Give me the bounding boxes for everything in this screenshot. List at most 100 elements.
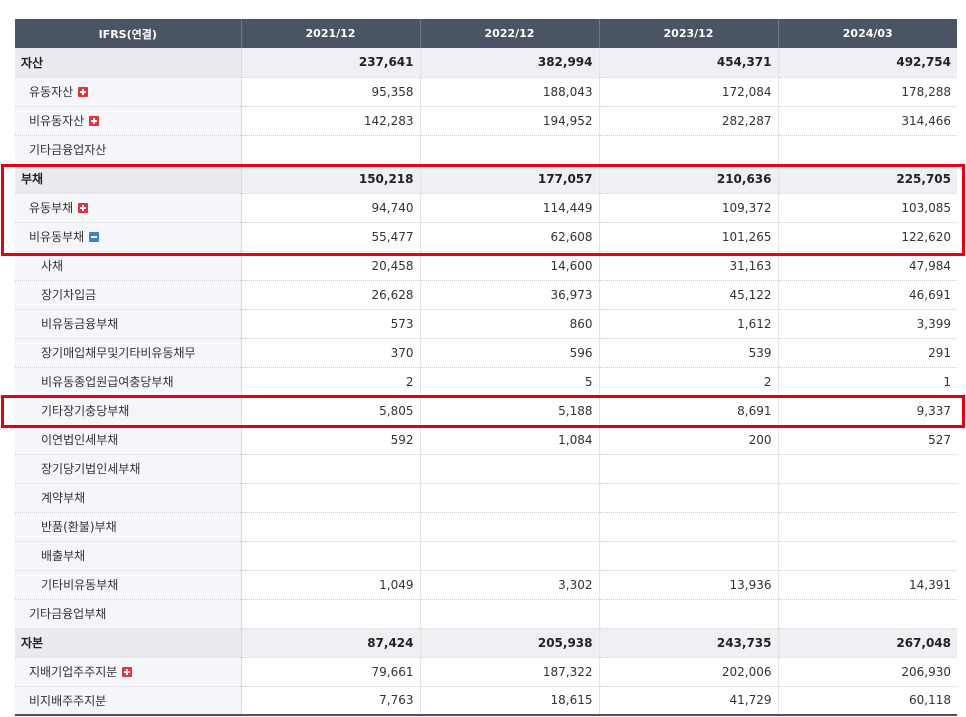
header-period-2023-12: 2023/12 <box>599 19 779 48</box>
value-cell: 2 <box>241 367 421 397</box>
row-label: 비유동종업원급여충당부채 <box>41 375 174 389</box>
value-cell: 3,302 <box>420 570 600 600</box>
value-cell: 114,449 <box>420 193 600 223</box>
row-label: 기타비유동부채 <box>41 578 119 592</box>
row-label: 유동자산 <box>29 85 74 99</box>
row-label: 비지배주주지분 <box>29 693 107 708</box>
value-cell <box>420 541 600 571</box>
row-label-cell: 기타금융업부채 <box>15 599 242 629</box>
value-cell: 5 <box>420 367 600 397</box>
row-label: 계약부채 <box>41 491 86 505</box>
table-row: 지배기업주주지분 79,661 187,322 202,006 206,930 <box>15 657 957 687</box>
expand-plus-icon[interactable] <box>78 87 89 97</box>
table-row: 자본 87,424 205,938 243,735 267,048 <box>15 628 957 658</box>
row-label-cell: 장기차입금 <box>15 280 242 310</box>
value-cell: 55,477 <box>241 222 421 252</box>
table-row: 기타금융업자산 <box>15 135 957 165</box>
row-label: 기타금융업자산 <box>29 143 107 157</box>
row-label-cell: 유동부채 <box>15 193 242 223</box>
value-cell: 596 <box>420 338 600 368</box>
value-cell: 103,085 <box>778 193 957 223</box>
table-row: 반품(환불)부채 <box>15 512 957 542</box>
value-cell: 18,615 <box>420 686 600 716</box>
row-label: 기타장기충당부채 <box>41 404 130 418</box>
expand-plus-icon[interactable] <box>122 667 133 677</box>
value-cell: 370 <box>241 338 421 368</box>
value-cell: 46,691 <box>778 280 957 310</box>
table-row: 장기차입금 26,628 36,973 45,122 46,691 <box>15 280 957 310</box>
value-cell: 31,163 <box>599 251 779 281</box>
value-cell: 573 <box>241 309 421 339</box>
value-cell: 282,287 <box>599 106 779 136</box>
value-cell: 1,612 <box>599 309 779 339</box>
value-cell: 5,188 <box>420 396 600 426</box>
value-cell <box>420 599 600 629</box>
row-label-cell: 기타장기충당부채 <box>15 396 242 426</box>
value-cell: 1,084 <box>420 425 600 455</box>
value-cell: 202,006 <box>599 657 779 687</box>
row-label-cell: 비유동자산 <box>15 106 242 136</box>
table-header: IFRS(연결) 2021/12 2022/12 2023/12 2024/03 <box>15 19 957 48</box>
value-cell <box>241 541 421 571</box>
row-label: 유동부채 <box>29 201 74 215</box>
row-label: 자산 <box>21 55 44 70</box>
row-label: 비유동자산 <box>29 114 85 128</box>
row-label-cell: 비유동종업원급여충당부채 <box>15 367 242 397</box>
value-cell <box>778 454 957 484</box>
value-cell: 101,265 <box>599 222 779 252</box>
value-cell: 225,705 <box>778 164 957 194</box>
value-cell: 60,118 <box>778 686 957 716</box>
row-label-cell: 기타비유동부채 <box>15 570 242 600</box>
table-row: 장기매입채무및기타비유동채무 370 596 539 291 <box>15 338 957 368</box>
value-cell: 172,084 <box>599 77 779 107</box>
value-cell: 188,043 <box>420 77 600 107</box>
value-cell: 36,973 <box>420 280 600 310</box>
row-label: 장기차입금 <box>41 288 97 302</box>
balance-sheet-table: IFRS(연결) 2021/12 2022/12 2023/12 2024/03… <box>15 19 957 716</box>
value-cell: 539 <box>599 338 779 368</box>
value-cell: 454,371 <box>599 48 779 78</box>
table-row: 이연법인세부채 592 1,084 200 527 <box>15 425 957 455</box>
collapse-minus-icon[interactable] <box>89 232 100 242</box>
value-cell <box>241 454 421 484</box>
row-label: 부채 <box>21 172 44 186</box>
value-cell <box>778 541 957 571</box>
value-cell: 122,620 <box>778 222 957 252</box>
row-label: 자본 <box>21 636 44 650</box>
table-row: 비유동부채 55,477 62,608 101,265 122,620 <box>15 222 957 252</box>
value-cell: 527 <box>778 425 957 455</box>
value-cell: 62,608 <box>420 222 600 252</box>
expand-plus-icon[interactable] <box>89 116 100 126</box>
value-cell: 200 <box>599 425 779 455</box>
value-cell: 187,322 <box>420 657 600 687</box>
value-cell: 87,424 <box>241 628 421 658</box>
value-cell: 1,049 <box>241 570 421 600</box>
value-cell <box>420 454 600 484</box>
row-label-cell: 비유동부채 <box>15 222 242 252</box>
value-cell: 150,218 <box>241 164 421 194</box>
value-cell: 94,740 <box>241 193 421 223</box>
table-row: 유동부채 94,740 114,449 109,372 103,085 <box>15 193 957 223</box>
header-period-2024-03: 2024/03 <box>778 19 957 48</box>
expand-plus-icon[interactable] <box>78 203 89 213</box>
row-label-cell: 사채 <box>15 251 242 281</box>
row-label: 이연법인세부채 <box>41 433 119 447</box>
row-label: 장기매입채무및기타비유동채무 <box>41 346 196 360</box>
table-row: 유동자산 95,358 188,043 172,084 178,288 <box>15 77 957 107</box>
value-cell: 5,805 <box>241 396 421 426</box>
value-cell: 47,984 <box>778 251 957 281</box>
value-cell <box>420 135 600 165</box>
value-cell: 210,636 <box>599 164 779 194</box>
value-cell: 492,754 <box>778 48 957 78</box>
value-cell <box>599 135 779 165</box>
row-label-cell: 계약부채 <box>15 483 242 513</box>
value-cell: 109,372 <box>599 193 779 223</box>
value-cell <box>599 541 779 571</box>
row-label: 비유동금융부채 <box>41 317 119 331</box>
table-row: 비유동종업원급여충당부채 2 5 2 1 <box>15 367 957 397</box>
row-label-cell: 비유동금융부채 <box>15 309 242 339</box>
value-cell: 177,057 <box>420 164 600 194</box>
row-label-cell: 반품(환불)부채 <box>15 512 242 542</box>
row-label: 배출부채 <box>41 549 86 563</box>
table-row: 비유동금융부채 573 860 1,612 3,399 <box>15 309 957 339</box>
